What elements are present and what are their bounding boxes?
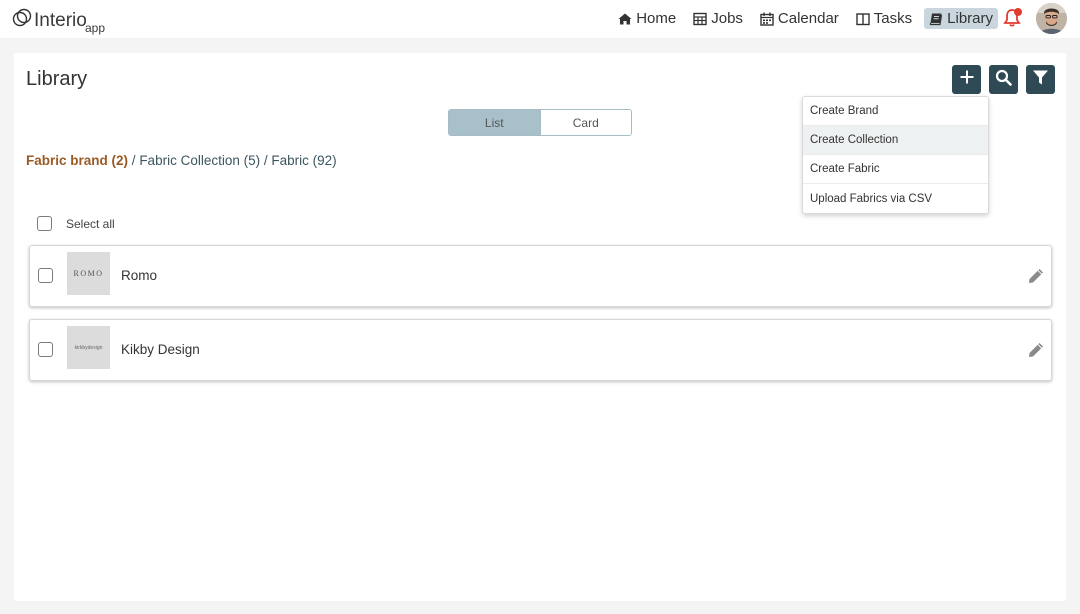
- row-checkbox[interactable]: [38, 342, 53, 357]
- filter-icon: [1032, 69, 1049, 91]
- pencil-icon[interactable]: [1027, 267, 1045, 285]
- breadcrumb-fabric-collection[interactable]: Fabric Collection (5): [139, 153, 260, 168]
- breadcrumb-separator: /: [131, 153, 136, 168]
- breadcrumb-separator: /: [263, 153, 268, 168]
- romo-logo-text: ROMO: [73, 269, 104, 278]
- pencil-icon[interactable]: [1027, 341, 1045, 359]
- menu-item-upload-fabrics-csv[interactable]: Upload Fabrics via CSV: [803, 184, 988, 213]
- main-nav: Home Jobs Calendar Tasks Library: [606, 8, 998, 29]
- row-checkbox[interactable]: [38, 268, 53, 283]
- book-icon: [929, 12, 943, 26]
- nav-home[interactable]: Home: [613, 8, 681, 29]
- brand-name: Romo: [121, 268, 158, 283]
- home-icon: [618, 12, 632, 26]
- brand-logo-thumbnail: kirkbydesign: [67, 326, 110, 369]
- list-item[interactable]: ROMO Romo: [29, 245, 1052, 307]
- nav-tasks[interactable]: Tasks: [851, 8, 917, 29]
- columns-icon: [856, 12, 870, 26]
- page-title: Library: [26, 68, 88, 90]
- menu-item-create-collection[interactable]: Create Collection: [803, 126, 988, 155]
- brand-name: Interio: [34, 10, 87, 31]
- nav-calendar[interactable]: Calendar: [755, 8, 844, 29]
- breadcrumb-fabric-brand[interactable]: Fabric brand (2): [26, 153, 128, 168]
- nav-jobs-label: Jobs: [711, 10, 743, 27]
- view-list-tab[interactable]: List: [449, 110, 540, 135]
- select-all-checkbox[interactable]: [37, 216, 52, 231]
- logo-rings-icon: [12, 8, 32, 27]
- list-item[interactable]: kirkbydesign Kikby Design: [29, 319, 1052, 381]
- breadcrumb: Fabric brand (2) / Fabric Collection (5)…: [26, 153, 337, 168]
- brand-suffix: app: [85, 21, 106, 35]
- top-navbar: Interio app Home Jobs Calendar Tasks Lib…: [0, 0, 1080, 38]
- brand-logo-thumbnail: ROMO: [67, 252, 110, 295]
- nav-calendar-label: Calendar: [777, 10, 839, 27]
- notifications-bell-icon[interactable]: [1002, 7, 1024, 29]
- calendar-icon: [760, 12, 774, 26]
- menu-item-create-fabric[interactable]: Create Fabric: [803, 155, 988, 184]
- nav-library-label: Library: [947, 10, 993, 27]
- add-button[interactable]: [952, 65, 981, 94]
- select-all-label: Select all: [66, 216, 115, 231]
- view-card-tab[interactable]: Card: [539, 110, 631, 135]
- kirkby-logo-text: kirkbydesign: [74, 344, 103, 351]
- nav-home-label: Home: [636, 10, 677, 27]
- nav-library[interactable]: Library: [924, 8, 998, 29]
- user-avatar[interactable]: [1036, 3, 1067, 34]
- brand-name: Kikby Design: [121, 342, 200, 357]
- search-icon: [995, 69, 1012, 91]
- filter-button[interactable]: [1026, 65, 1055, 94]
- table-icon: [693, 12, 707, 26]
- view-toggle: List Card: [448, 109, 632, 136]
- breadcrumb-fabric[interactable]: Fabric (92): [271, 153, 336, 168]
- add-menu-dropdown: Create Brand Create Collection Create Fa…: [802, 96, 989, 214]
- plus-icon: [959, 69, 975, 90]
- search-button[interactable]: [989, 65, 1018, 94]
- nav-jobs[interactable]: Jobs: [688, 8, 748, 29]
- select-all-row: Select all: [37, 216, 115, 231]
- nav-tasks-label: Tasks: [873, 10, 913, 27]
- menu-item-create-brand[interactable]: Create Brand: [803, 97, 988, 126]
